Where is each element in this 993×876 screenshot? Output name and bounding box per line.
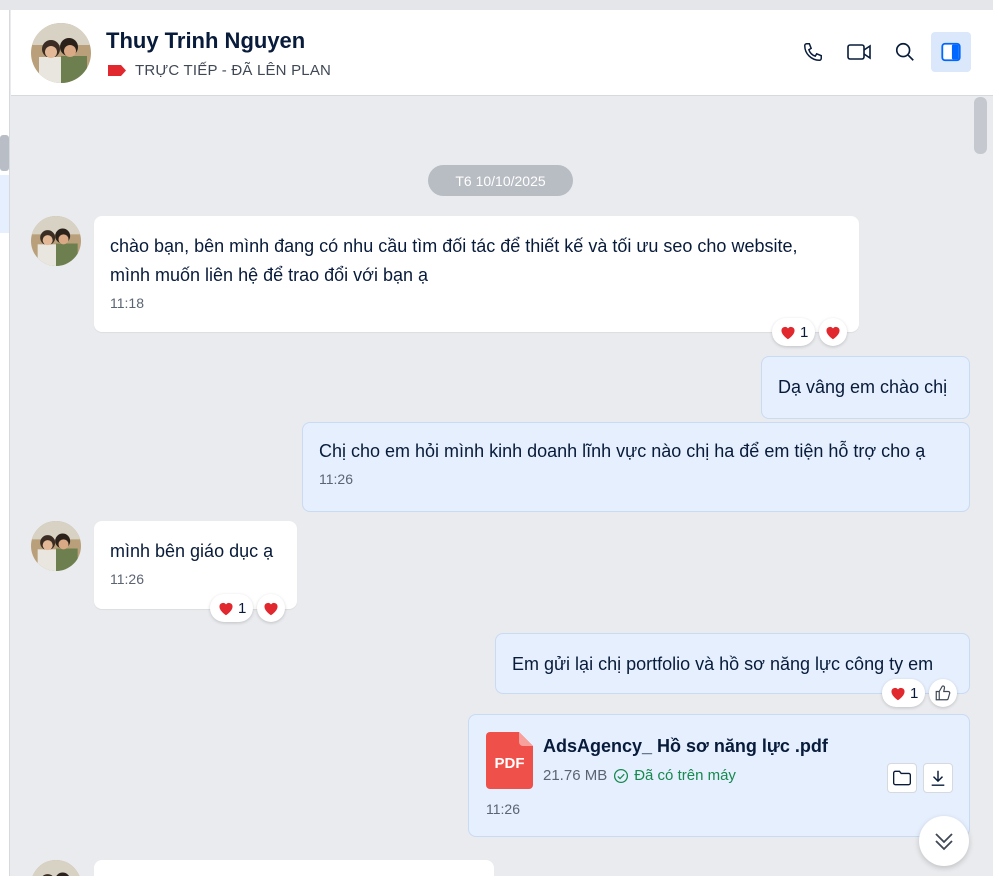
like-reaction-button[interactable]: [929, 679, 958, 707]
file-type-label: PDF: [495, 755, 525, 772]
contact-status[interactable]: TRỰC TIẾP - ĐÃ LÊN PLAN: [107, 62, 331, 79]
add-reaction-button[interactable]: [257, 594, 286, 622]
reaction-summary[interactable]: 1: [772, 318, 816, 346]
reaction-count: 1: [910, 684, 919, 702]
chat-scrollbar-track[interactable]: [976, 97, 993, 876]
message-time: 11:26: [110, 571, 144, 587]
message-time: 11:18: [110, 295, 144, 311]
pdf-file-icon: PDF: [486, 732, 533, 789]
folder-icon: [893, 770, 911, 786]
file-status-label: Đã có trên máy: [634, 767, 736, 784]
download-icon: [931, 770, 945, 786]
header-actions: [793, 32, 971, 72]
message-time: 11:26: [486, 801, 520, 817]
download-button[interactable]: [923, 763, 953, 793]
date-divider: T6 10/10/2025: [428, 165, 573, 196]
heart-icon: [781, 326, 795, 340]
sender-avatar[interactable]: [31, 521, 81, 571]
phone-icon: [804, 43, 822, 61]
message-reactions: 1: [210, 594, 286, 622]
contact-name[interactable]: Thuy Trinh Nguyen: [106, 28, 305, 54]
heart-icon: [826, 326, 840, 340]
left-panel-edge: [0, 10, 10, 876]
heart-icon: [891, 687, 905, 701]
add-reaction-button[interactable]: [819, 318, 848, 346]
avatar-photo: [31, 521, 81, 571]
file-size: 21.76 MB: [543, 767, 608, 784]
heart-icon: [219, 602, 233, 616]
file-message[interactable]: PDF AdsAgency_ Hồ sơ năng lực .pdf 21.76…: [468, 714, 970, 837]
file-meta: 21.76 MB Đã có trên máy: [543, 767, 736, 784]
left-scrollbar-thumb[interactable]: [0, 135, 9, 171]
double-chevron-down-icon: [935, 833, 953, 851]
contact-avatar[interactable]: [31, 23, 91, 83]
file-name[interactable]: AdsAgency_ Hồ sơ năng lực .pdf: [543, 736, 828, 757]
check-circle-icon: [614, 768, 629, 783]
avatar-photo: [31, 216, 81, 266]
message-text: mình bên giáo dục ạ: [110, 541, 274, 561]
left-selected-conversation-edge[interactable]: [0, 175, 9, 233]
incoming-message[interactable]: chào bạn, bên mình đang có nhu cầu tìm đ…: [94, 216, 859, 332]
video-icon: [847, 44, 871, 60]
chat-scrollbar-thumb[interactable]: [974, 97, 987, 154]
message-reactions: 1: [882, 679, 958, 707]
toggle-info-panel-button[interactable]: [931, 32, 971, 72]
call-button[interactable]: [793, 32, 833, 72]
message-time: 11:26: [319, 471, 353, 487]
top-strip: [0, 0, 993, 10]
search-icon: [895, 42, 914, 61]
avatar-photo: [31, 23, 91, 83]
sidebar-toggle-icon: [941, 42, 961, 62]
message-text: Chị cho em hỏi mình kinh doanh lĩnh vực …: [319, 441, 926, 461]
reaction-summary[interactable]: 1: [210, 594, 254, 622]
status-label: TRỰC TIẾP - ĐÃ LÊN PLAN: [135, 62, 332, 79]
message-text-line: chào bạn, bên mình đang có nhu cầu tìm đ…: [110, 236, 798, 256]
label-tag-icon: [108, 65, 126, 76]
video-call-button[interactable]: [839, 32, 879, 72]
reaction-count: 1: [238, 599, 247, 617]
reaction-summary[interactable]: 1: [882, 679, 926, 707]
sender-avatar[interactable]: [31, 860, 81, 876]
message-text: Em gửi lại chị portfolio và hồ sơ năng l…: [512, 654, 934, 674]
open-folder-button[interactable]: [887, 763, 917, 793]
message-reactions: 1: [772, 318, 848, 346]
sender-avatar[interactable]: [31, 216, 81, 266]
outgoing-message[interactable]: Chị cho em hỏi mình kinh doanh lĩnh vực …: [302, 422, 970, 512]
file-actions: [887, 763, 953, 793]
message-text: Dạ vâng em chào chị: [778, 377, 948, 397]
message-text-line: mình muốn liên hệ để trao đổi với bạn ạ: [110, 265, 428, 285]
incoming-message[interactable]: [94, 860, 494, 876]
outgoing-message[interactable]: Dạ vâng em chào chị: [761, 356, 970, 419]
scroll-to-bottom-button[interactable]: [919, 816, 969, 866]
chat-header: Thuy Trinh Nguyen TRỰC TIẾP - ĐÃ LÊN PLA…: [11, 10, 993, 96]
avatar-photo: [31, 860, 81, 876]
search-button[interactable]: [885, 32, 925, 72]
message-list[interactable]: T6 10/10/2025 chào bạn, bên mình đang có…: [11, 97, 976, 876]
heart-icon: [264, 602, 278, 616]
thumbs-up-icon: [935, 685, 951, 701]
file-status: Đã có trên máy: [613, 767, 736, 784]
reaction-count: 1: [800, 323, 809, 341]
